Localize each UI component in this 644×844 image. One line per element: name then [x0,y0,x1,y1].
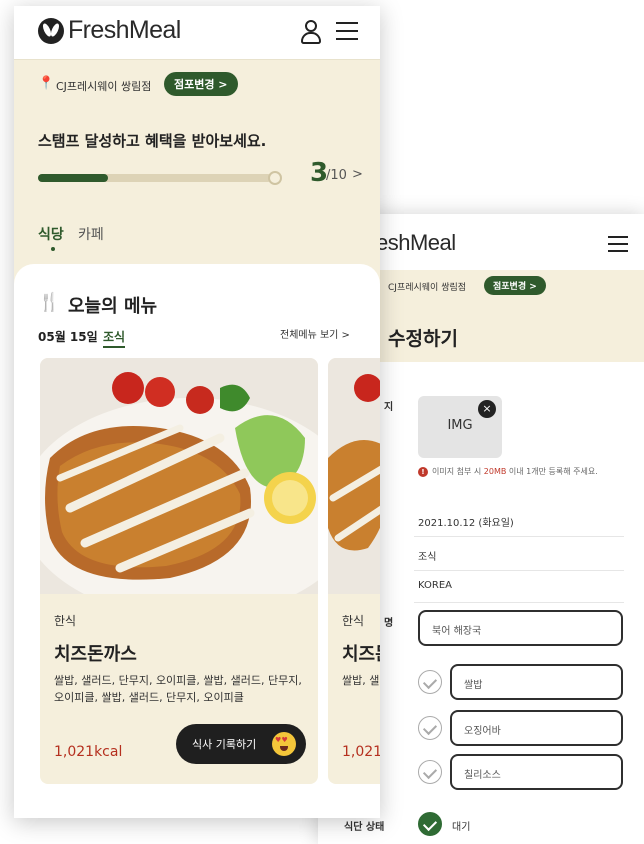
image-field-label: 지 [384,402,394,413]
status-label: 식단 상태 [344,822,385,833]
side-dish-input[interactable]: 칠리소스 [450,754,623,790]
edit-page-title: 수정하기 [388,328,458,350]
stamp-progress-fill [38,174,109,182]
side-dish-input[interactable]: 오징어바 [450,710,623,746]
edit-location-text: CJ프레시웨이 쌍림점 [388,283,467,293]
warning-icon: ! [418,467,428,477]
remove-image-icon[interactable]: × [478,400,496,418]
side-dish-check-icon[interactable] [418,670,442,694]
edit-logo: eshMeal [376,230,456,255]
menu-name-input[interactable]: 북어 해장국 [418,610,623,646]
heart-eyes-emoji-icon [272,732,296,756]
menu-description: 쌀밥, 샐 [342,674,380,687]
today-menu-title: 오늘의 메뉴 [68,296,158,317]
menu-card[interactable]: 한식 치즈돈 쌀밥, 샐 1,021k [328,358,380,784]
edit-date-value: 2021.10.12 (화요일) [418,518,514,529]
menu-calories: 1,021k [342,744,380,760]
menu-name: 치즈돈 [342,644,380,665]
hamburger-menu-icon[interactable] [336,22,358,42]
food-photo [328,358,380,594]
view-all-menu-link[interactable]: 전체메뉴 보기 > [280,326,350,341]
app-logo[interactable]: FreshMeal [68,16,181,45]
edit-change-store-button[interactable]: 점포변경 > [484,276,546,295]
stamp-progress-bar [38,174,272,182]
app-header: FreshMeal [14,6,380,60]
hamburger-menu-icon[interactable] [608,236,628,252]
warning-text-suffix: 이내 1개만 등록해 주세요. [506,467,598,476]
status-value: 대기 [452,822,471,833]
chevron-right-icon[interactable]: > [352,167,363,182]
active-tab-indicator [51,247,55,251]
side-dish-check-icon[interactable] [418,760,442,784]
image-warning: ! 이미지 첨부 시 20MB 이내 1개만 등록해 주세요. [418,466,618,478]
divider [414,536,624,537]
warning-text-prefix: 이미지 첨부 시 [432,467,484,476]
menu-name-label: 명 [384,618,394,629]
side-dish-input[interactable]: 쌀밥 [450,664,623,700]
location-text: CJ프레시웨이 쌍림점 [56,80,152,93]
status-check-icon[interactable] [418,812,442,836]
side-dish-check-icon[interactable] [418,716,442,740]
home-screen: FreshMeal 📍 CJ프레시웨이 쌍림점 점포변경 > 스탬프 달성하고 … [14,6,380,818]
divider [414,602,624,603]
change-store-button[interactable]: 점포변경 > [164,72,238,96]
stamp-total-count[interactable]: /10 [326,168,347,183]
warning-size-limit: 20MB [483,467,507,476]
tab-restaurant[interactable]: 식당 [38,224,64,244]
location-pin-icon: 📍 [38,76,55,91]
stamp-message: 스탬프 달성하고 혜택을 받아보세요. [38,132,267,150]
stamp-progress-end-marker [268,171,282,185]
tab-cafe[interactable]: 카페 [78,224,104,244]
edit-corner-value: KOREA [418,580,452,591]
menu-card[interactable]: 한식 치즈돈까스 쌀밥, 샐러드, 단무지, 오이피클, 쌀밥, 샐러드, 단무… [40,358,318,784]
fork-knife-icon: 🍴 [38,292,61,313]
menu-category: 한식 [54,614,77,628]
record-meal-label: 식사 기록하기 [192,738,257,751]
edit-meal-value: 조식 [418,552,437,563]
leaf-logo-icon [38,18,64,44]
image-placeholder-text: IMG [447,418,473,433]
divider [414,570,624,571]
menu-description: 쌀밥, 샐러드, 단무지, 오이피클, 쌀밥, 샐러드, 단무지, 오이피클, … [54,674,302,704]
menu-date: 05월 15일 [38,330,98,344]
menu-category: 한식 [342,614,365,628]
meal-type-selector[interactable]: 조식 [103,328,126,348]
menu-calories: 1,021kcal [54,744,123,760]
record-meal-button[interactable]: 식사 기록하기 [176,724,306,764]
menu-name: 치즈돈까스 [54,644,137,665]
food-photo [40,358,318,594]
user-icon[interactable] [300,20,322,46]
